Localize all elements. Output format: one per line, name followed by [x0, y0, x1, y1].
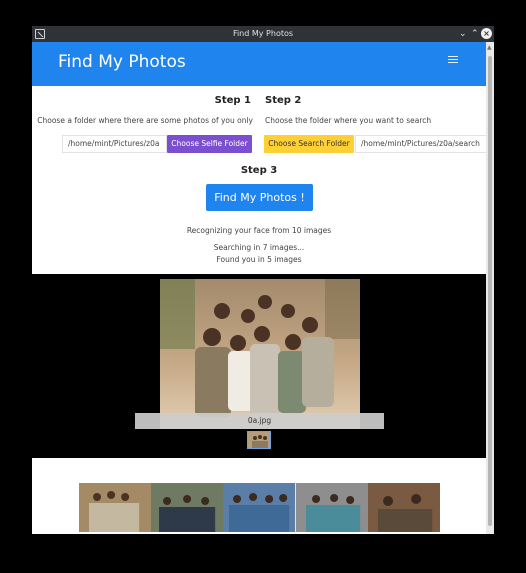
step2-description: Choose the folder where you want to sear… — [265, 116, 432, 125]
scrollbar-thumb[interactable] — [488, 56, 492, 526]
window-titlebar[interactable]: Find My Photos ⌄ ⌃ × — [32, 26, 494, 42]
step1-title: Step 1 — [214, 95, 251, 106]
maximize-icon[interactable]: ⌃ — [471, 28, 479, 40]
recognizing-status: Recognizing your face from 10 images — [186, 226, 332, 235]
find-my-photos-button[interactable]: Find My Photos ! — [206, 184, 313, 211]
page-content: Find My Photos Step 1 Step 2 Choose a fo… — [32, 42, 486, 534]
choose-search-folder-button[interactable]: Choose Search Folder — [264, 135, 354, 153]
result-photo[interactable] — [367, 483, 441, 532]
scroll-up-icon[interactable]: ▲ — [487, 44, 492, 51]
minimize-icon[interactable]: ⌄ — [459, 28, 467, 40]
found-status: Found you in 5 images — [216, 255, 302, 264]
search-folder-path: /home/mint/Pictures/z0a/search — [355, 135, 486, 153]
close-icon[interactable]: × — [481, 28, 492, 39]
hamburger-menu-icon[interactable] — [448, 56, 458, 65]
photo-caption: 0a.jpg — [135, 413, 384, 429]
step2-title: Step 2 — [265, 95, 302, 106]
window-title: Find My Photos — [232, 29, 294, 38]
result-photo[interactable] — [295, 483, 368, 532]
steps-section: Step 1 Step 2 Choose a folder where ther… — [32, 86, 486, 274]
step1-description: Choose a folder where there are some pho… — [37, 116, 253, 125]
choose-selfie-folder-button[interactable]: Choose Selfie Folder — [167, 135, 252, 153]
selected-thumbnail[interactable] — [247, 431, 271, 449]
navbar: Find My Photos — [32, 42, 486, 86]
photo-gallery: 0a.jpg — [32, 274, 486, 458]
result-photo[interactable] — [79, 483, 152, 532]
result-photo[interactable] — [151, 483, 224, 532]
results-strip — [79, 483, 441, 532]
navbar-brand[interactable]: Find My Photos — [58, 52, 186, 72]
result-photo[interactable] — [223, 483, 296, 532]
searching-status: Searching in 7 images... — [213, 243, 305, 252]
selfie-folder-path: /home/mint/Pictures/z0a — [62, 135, 167, 153]
results-strip-section — [32, 458, 486, 534]
main-photo[interactable] — [160, 279, 360, 429]
step3-title: Step 3 — [240, 165, 278, 176]
app-window: Find My Photos ⌄ ⌃ × Find My Photos Step… — [32, 26, 494, 534]
vertical-scrollbar[interactable]: ▲ — [486, 42, 494, 534]
